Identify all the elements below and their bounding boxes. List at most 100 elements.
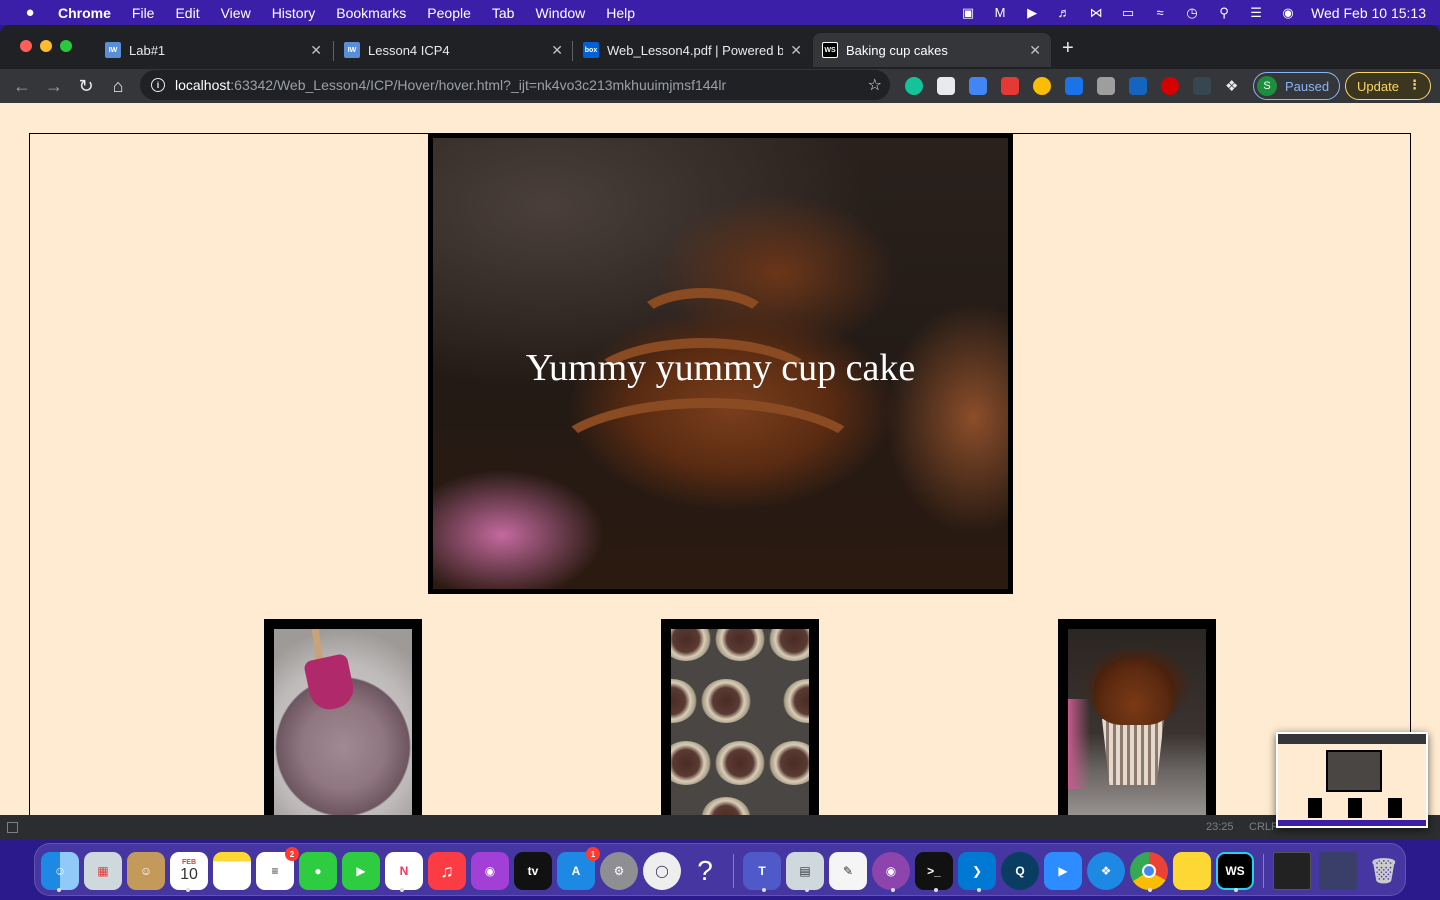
forward-button[interactable]: → [42, 74, 66, 98]
h-extension-icon[interactable] [1097, 77, 1115, 95]
back-button[interactable]: ← [10, 74, 34, 98]
stickies-icon[interactable] [1173, 852, 1211, 890]
pdf-extension-icon[interactable] [1001, 77, 1019, 95]
tab-lab1[interactable]: IW Lab#1 ✕ [96, 33, 332, 67]
app-store-icon[interactable]: A 1 [557, 847, 600, 890]
screenshot-preview[interactable] [1276, 732, 1428, 828]
teams-icon[interactable]: T [743, 852, 781, 890]
system-preferences-icon[interactable]: ⚙ [600, 852, 638, 890]
menu-app-name[interactable]: Chrome [58, 5, 111, 21]
grammarly-icon[interactable] [905, 77, 923, 95]
volume-icon[interactable]: ♬ [1055, 5, 1073, 20]
calendar-icon[interactable]: FEB 10 [170, 852, 208, 890]
close-tab-icon[interactable]: ✕ [1029, 42, 1041, 59]
close-window-button[interactable] [20, 40, 32, 52]
tab-baking-cup-cakes[interactable]: WS Baking cup cakes ✕ [813, 33, 1051, 67]
screenshot-extension-icon[interactable] [1193, 77, 1211, 95]
news-icon[interactable]: N [385, 852, 423, 890]
menu-people[interactable]: People [427, 5, 471, 21]
adblock-icon[interactable] [1161, 77, 1179, 95]
menu-extension-icon[interactable] [1065, 77, 1083, 95]
help-icon[interactable]: ? [686, 852, 724, 890]
facetime-icon[interactable]: ▶ [342, 852, 380, 890]
bookmark-star-icon[interactable]: ☆ [868, 75, 882, 95]
launchpad-icon[interactable]: ▦ [84, 852, 122, 890]
blue-extension-icon[interactable] [1129, 77, 1147, 95]
cupcake-liner [715, 741, 765, 785]
textedit-icon[interactable]: ✎ [829, 852, 867, 890]
messages-icon[interactable]: ● [299, 852, 337, 890]
menu-edit[interactable]: Edit [175, 5, 199, 21]
play-icon[interactable]: ▶ [1023, 5, 1041, 20]
webstorm-icon[interactable]: WS [1216, 852, 1254, 890]
profile-status: Paused [1285, 78, 1330, 94]
trash-icon[interactable]: 🗑 [1365, 852, 1403, 890]
close-tab-icon[interactable]: ✕ [790, 42, 802, 59]
screenshot-window-icon[interactable] [1273, 852, 1311, 890]
menu-tab[interactable]: Tab [492, 5, 515, 21]
tab-web-lesson4-pdf[interactable]: box Web_Lesson4.pdf | Powered by ✕ [574, 33, 812, 67]
mendeley-icon[interactable]: M [991, 5, 1009, 20]
zoom-icon[interactable]: ▶ [1044, 852, 1082, 890]
screen-record-icon[interactable]: ▣ [959, 5, 977, 20]
zoom-window-button[interactable] [60, 40, 72, 52]
github-desktop-icon[interactable]: ◉ [872, 852, 910, 890]
extensions-puzzle-icon[interactable]: ❖ [1225, 77, 1243, 95]
quicktime-icon[interactable]: Q [1001, 852, 1039, 890]
apple-menu-icon[interactable]: ● [20, 4, 40, 21]
siri-icon[interactable]: ◉ [1279, 5, 1297, 20]
line-ending[interactable]: CRLF [1249, 821, 1278, 833]
new-tab-button[interactable]: + [1062, 37, 1074, 60]
menu-help[interactable]: Help [606, 5, 635, 21]
running-indicator [977, 888, 981, 892]
vscode-icon[interactable]: ❯ [958, 852, 996, 890]
spotlight-icon[interactable]: ⚲ [1215, 5, 1233, 20]
eclipse-icon[interactable]: ◯ [643, 852, 681, 890]
battery-icon[interactable]: ▭ [1119, 5, 1137, 20]
thumbnail-batter[interactable] [264, 619, 422, 815]
running-indicator [1148, 888, 1152, 892]
home-button[interactable]: ⌂ [106, 74, 130, 98]
address-bar[interactable]: i localhost :63342/Web_Lesson4/ICP/Hover… [140, 70, 890, 100]
safari-icon[interactable]: ❖ [1087, 852, 1125, 890]
menu-history[interactable]: History [272, 5, 316, 21]
music-icon[interactable]: ♫ [428, 852, 466, 890]
finder-icon[interactable]: ☺ [41, 852, 79, 890]
menu-bookmarks[interactable]: Bookmarks [336, 5, 406, 21]
cursor-position[interactable]: 23:25 [1206, 821, 1234, 833]
bluetooth-icon[interactable]: ⋈ [1087, 5, 1105, 20]
close-tab-icon[interactable]: ✕ [310, 42, 322, 59]
contacts-icon[interactable]: ☺ [127, 852, 165, 890]
apple-tv-icon[interactable]: tv [514, 852, 552, 890]
thumbnail-cupcake[interactable] [1058, 619, 1216, 815]
menu-clock[interactable]: Wed Feb 10 15:13 [1311, 5, 1426, 21]
hero-image-frame[interactable]: Yummy yummy cup cake [428, 133, 1013, 594]
reload-button[interactable]: ↻ [74, 74, 98, 98]
menu-file[interactable]: File [132, 5, 155, 21]
notes-icon[interactable] [213, 852, 251, 890]
chrome-icon[interactable] [1130, 852, 1168, 890]
minimize-window-button[interactable] [40, 40, 52, 52]
wifi-icon[interactable]: ≈ [1151, 5, 1169, 20]
tab-lesson4-icp4[interactable]: IW Lesson4 ICP4 ✕ [335, 33, 573, 67]
panel-toggle-icon[interactable] [7, 822, 18, 833]
chrome-extension-icon[interactable] [1033, 77, 1051, 95]
preview-icon[interactable]: ▤ [786, 852, 824, 890]
time-machine-icon[interactable]: ◷ [1183, 5, 1201, 20]
terminal-icon[interactable]: >_ [915, 852, 953, 890]
menu-window[interactable]: Window [535, 5, 585, 21]
jetbrains-doc-icon: IW [344, 42, 360, 58]
tab-manager-icon[interactable] [937, 77, 955, 95]
profile-button[interactable]: S Paused [1253, 72, 1340, 100]
google-translate-icon[interactable] [969, 77, 987, 95]
update-button[interactable]: Update ⋮ [1345, 72, 1431, 100]
menu-view[interactable]: View [221, 5, 251, 21]
close-tab-icon[interactable]: ✕ [551, 42, 563, 59]
podcasts-icon[interactable]: ◉ [471, 852, 509, 890]
control-center-icon[interactable]: ☰ [1247, 5, 1265, 20]
thumbnail-muffin-tin[interactable] [661, 619, 819, 815]
downloads-stack-icon[interactable] [1319, 852, 1357, 890]
reminders-icon[interactable]: ≡ 2 [256, 847, 299, 890]
running-indicator [400, 888, 404, 892]
site-info-icon[interactable]: i [151, 78, 165, 92]
